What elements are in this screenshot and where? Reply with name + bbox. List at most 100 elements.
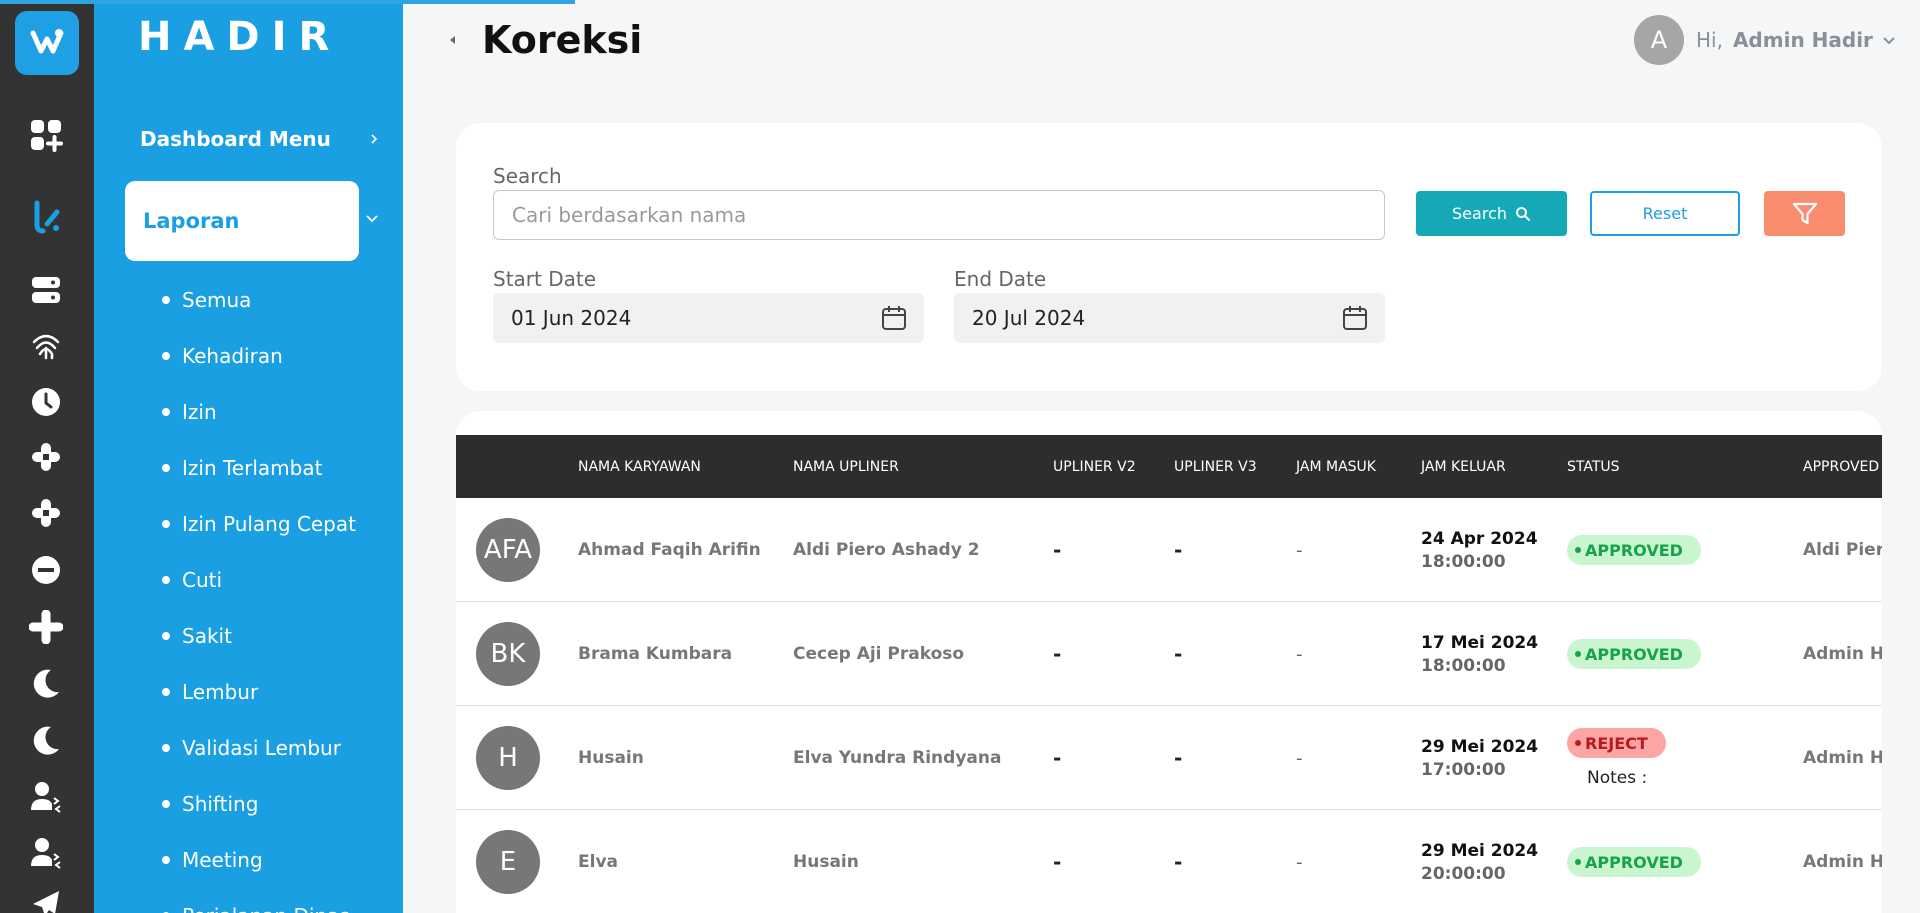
submenu-item-izin-terlambat[interactable]: Izin Terlambat [162, 440, 356, 496]
upliner-v2-value: - [1053, 538, 1062, 562]
plus-icon[interactable] [27, 608, 65, 646]
start-date-label: Start Date [493, 267, 597, 291]
sidebar-item-dashboard-menu[interactable]: Dashboard Menu [140, 125, 380, 153]
user-menu[interactable]: A Hi, Admin Hadir [1634, 15, 1897, 65]
greeting-text: Hi, [1696, 28, 1723, 52]
jam-keluar-value: 29 Mei 2024 17:00:00 [1421, 736, 1539, 780]
col-jam-keluar[interactable]: JAM KELUAR [1421, 435, 1506, 498]
server-icon[interactable] [27, 271, 65, 309]
moon-icon[interactable] [27, 664, 65, 702]
status-cell: APPROVED [1567, 810, 1701, 913]
sidebar-menu: HADIR Dashboard Menu Laporan Semua Kehad… [94, 0, 403, 913]
chevron-down-icon[interactable] [362, 208, 382, 228]
laporan-submenu: Semua Kehadiran Izin Izin Terlambat Izin… [162, 272, 356, 913]
search-input[interactable] [493, 190, 1385, 240]
upliner-v2-value: - [1053, 850, 1062, 874]
status-badge: APPROVED [1567, 847, 1701, 877]
user-swap-icon-2[interactable] [27, 833, 65, 871]
moon-icon-2[interactable] [27, 721, 65, 759]
submenu-item-cuti[interactable]: Cuti [162, 552, 356, 608]
logo-icon [30, 29, 64, 54]
plane-icon[interactable] [27, 886, 65, 913]
submenu-item-validasi-lembur[interactable]: Validasi Lembur [162, 720, 356, 776]
hub-icon[interactable] [27, 438, 65, 476]
upliner-v2-value: - [1053, 746, 1062, 770]
fingerprint-icon[interactable] [27, 326, 65, 364]
col-nama-upliner[interactable]: NAMA UPLINER [793, 435, 899, 498]
avatar: BK [476, 622, 540, 686]
submenu-item-sakit[interactable]: Sakit [162, 608, 356, 664]
user-name: Admin Hadir [1732, 28, 1873, 52]
chevron-right-icon [371, 134, 378, 144]
jam-keluar-value: 17 Mei 2024 18:00:00 [1421, 632, 1539, 676]
sidebar-item-label: Laporan [143, 209, 240, 233]
start-date-field[interactable]: 01 Jun 2024 [493, 293, 924, 343]
page-title: Koreksi [482, 18, 643, 62]
col-upliner-v2[interactable]: UPLINER V2 [1053, 435, 1136, 498]
calendar-icon [882, 306, 906, 330]
jam-masuk-value: - [1296, 643, 1303, 665]
filter-icon [1792, 202, 1817, 224]
submenu-item-izin[interactable]: Izin [162, 384, 356, 440]
user-swap-icon[interactable] [27, 777, 65, 815]
filter-button[interactable] [1764, 191, 1845, 236]
upliner-v3-value: - [1174, 850, 1183, 874]
submenu-item-semua[interactable]: Semua [162, 272, 356, 328]
minus-circle-icon[interactable] [27, 551, 65, 589]
search-icon [1515, 206, 1530, 221]
jam-masuk-value: - [1296, 747, 1303, 769]
employee-name: Ahmad Faqih Arifin [578, 540, 761, 560]
col-status[interactable]: STATUS [1567, 435, 1620, 498]
jam-keluar-value: 24 Apr 2024 18:00:00 [1421, 528, 1538, 572]
avatar: E [476, 830, 540, 894]
upliner-name: Elva Yundra Rindyana [793, 748, 1002, 768]
search-label: Search [493, 164, 562, 188]
calendar-icon [1343, 306, 1367, 330]
upliner-name: Cecep Aji Prakoso [793, 644, 965, 664]
koreksi-table: NAMA KARYAWAN NAMA UPLINER UPLINER V2 UP… [456, 411, 1882, 913]
col-upliner-v3[interactable]: UPLINER V3 [1174, 435, 1257, 498]
sidebar-item-laporan[interactable]: Laporan [125, 181, 359, 261]
end-date-label: End Date [954, 267, 1047, 291]
avatar: AFA [476, 518, 540, 582]
upliner-name: Aldi Piero Ashady 2 [793, 540, 980, 560]
col-jam-masuk[interactable]: JAM MASUK [1296, 435, 1376, 498]
submenu-item-perjalanan-dinas[interactable]: Perjalanan Dinas [162, 888, 356, 913]
table-row[interactable]: BK Brama Kumbara Cecep Aji Prakoso - - -… [456, 602, 1882, 706]
approved-by: Admin Ha [1803, 644, 1882, 664]
status-cell: APPROVED [1567, 602, 1701, 706]
submenu-item-meeting[interactable]: Meeting [162, 832, 356, 888]
upliner-v2-value: - [1053, 642, 1062, 666]
sidebar-item-label: Dashboard Menu [140, 127, 331, 151]
upliner-name: Husain [793, 852, 859, 872]
report-icon[interactable] [27, 198, 65, 236]
employee-name: Husain [578, 748, 644, 768]
reset-button[interactable]: Reset [1590, 191, 1740, 236]
submenu-item-kehadiran[interactable]: Kehadiran [162, 328, 356, 384]
collapse-sidebar-icon[interactable] [446, 33, 460, 47]
upliner-v3-value: - [1174, 746, 1183, 770]
search-button[interactable]: Search [1416, 191, 1567, 236]
approved-by: Admin Ha [1803, 852, 1882, 872]
app-logo[interactable] [15, 11, 79, 75]
end-date-field[interactable]: 20 Jul 2024 [954, 293, 1385, 343]
col-nama-karyawan[interactable]: NAMA KARYAWAN [578, 435, 701, 498]
submenu-item-lembur[interactable]: Lembur [162, 664, 356, 720]
upliner-v3-value: - [1174, 642, 1183, 666]
submenu-item-izin-pulang-cepat[interactable]: Izin Pulang Cepat [162, 496, 356, 552]
brand-logo-text: HADIR [138, 14, 342, 60]
status-badge: APPROVED [1567, 535, 1701, 565]
table-row[interactable]: H Husain Elva Yundra Rindyana - - - 29 M… [456, 706, 1882, 810]
table-row[interactable]: AFA Ahmad Faqih Arifin Aldi Piero Ashady… [456, 498, 1882, 602]
dashboard-add-icon[interactable] [27, 116, 65, 154]
jam-masuk-value: - [1296, 539, 1303, 561]
table-row[interactable]: E Elva Husain - - - 29 Mei 2024 20:00:00… [456, 810, 1882, 913]
status-cell: REJECT Notes : [1567, 706, 1666, 810]
hub-icon-2[interactable] [27, 494, 65, 532]
submenu-item-shifting[interactable]: Shifting [162, 776, 356, 832]
col-approved[interactable]: APPROVED [1803, 435, 1879, 498]
filter-card: Search Search Reset Start Date 01 Jun 20… [456, 123, 1882, 391]
approved-by: Aldi Piero [1803, 540, 1882, 560]
upliner-v3-value: - [1174, 538, 1183, 562]
clock-icon[interactable] [27, 383, 65, 421]
